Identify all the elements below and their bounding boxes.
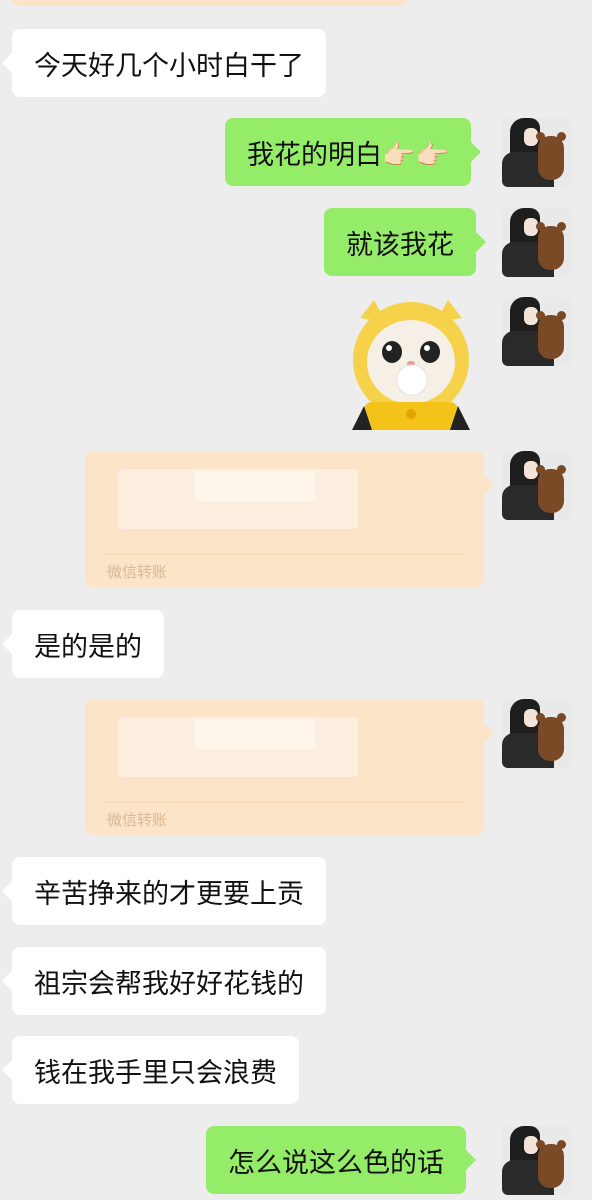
user-avatar[interactable] xyxy=(502,699,571,768)
message-bubble-left[interactable]: 今天好几个小时白干了 xyxy=(2,29,326,97)
user-avatar[interactable] xyxy=(502,1126,571,1195)
cat-sticker-icon[interactable] xyxy=(352,298,470,430)
blurred-detail xyxy=(195,719,315,749)
wechat-transfer-card[interactable]: 微信转账 xyxy=(85,699,494,835)
wechat-transfer-card[interactable]: 微信转账 xyxy=(85,451,494,587)
message-bubble-right[interactable]: 我花的明白👉🏻👉🏻 xyxy=(225,118,482,186)
divider xyxy=(105,802,464,803)
message-text: 辛苦挣来的才更要上贡 xyxy=(34,878,304,910)
blurred-detail xyxy=(195,471,315,501)
message-bubble-left[interactable]: 祖宗会帮我好好花钱的 xyxy=(2,947,326,1015)
message-bubble-left[interactable]: 是的是的 xyxy=(2,610,164,678)
user-avatar[interactable] xyxy=(502,451,571,520)
message-text: 怎么说这么色的话 xyxy=(228,1147,444,1179)
message-text: 钱在我手里只会浪费 xyxy=(34,1057,277,1089)
message-bubble-right[interactable]: 怎么说这么色的话 xyxy=(206,1126,476,1194)
message-text: 就该我花 xyxy=(346,229,454,261)
user-avatar[interactable] xyxy=(502,208,571,277)
message-text: 祖宗会帮我好好花钱的 xyxy=(34,968,304,1000)
message-text: 我花的明白👉🏻👉🏻 xyxy=(247,139,450,171)
message-text: 今天好几个小时白干了 xyxy=(34,50,304,82)
divider xyxy=(105,554,464,555)
message-bubble-left[interactable]: 辛苦挣来的才更要上贡 xyxy=(2,857,326,925)
message-bubble-right[interactable]: 就该我花 xyxy=(324,208,486,276)
message-bubble-left[interactable]: 钱在我手里只会浪费 xyxy=(2,1036,299,1104)
message-text: 是的是的 xyxy=(34,631,142,663)
transfer-label: 微信转账 xyxy=(107,563,168,581)
user-avatar[interactable] xyxy=(502,118,571,187)
transfer-label: 微信转账 xyxy=(107,811,168,829)
transfer-card-partial xyxy=(12,0,408,6)
user-avatar[interactable] xyxy=(502,297,571,366)
